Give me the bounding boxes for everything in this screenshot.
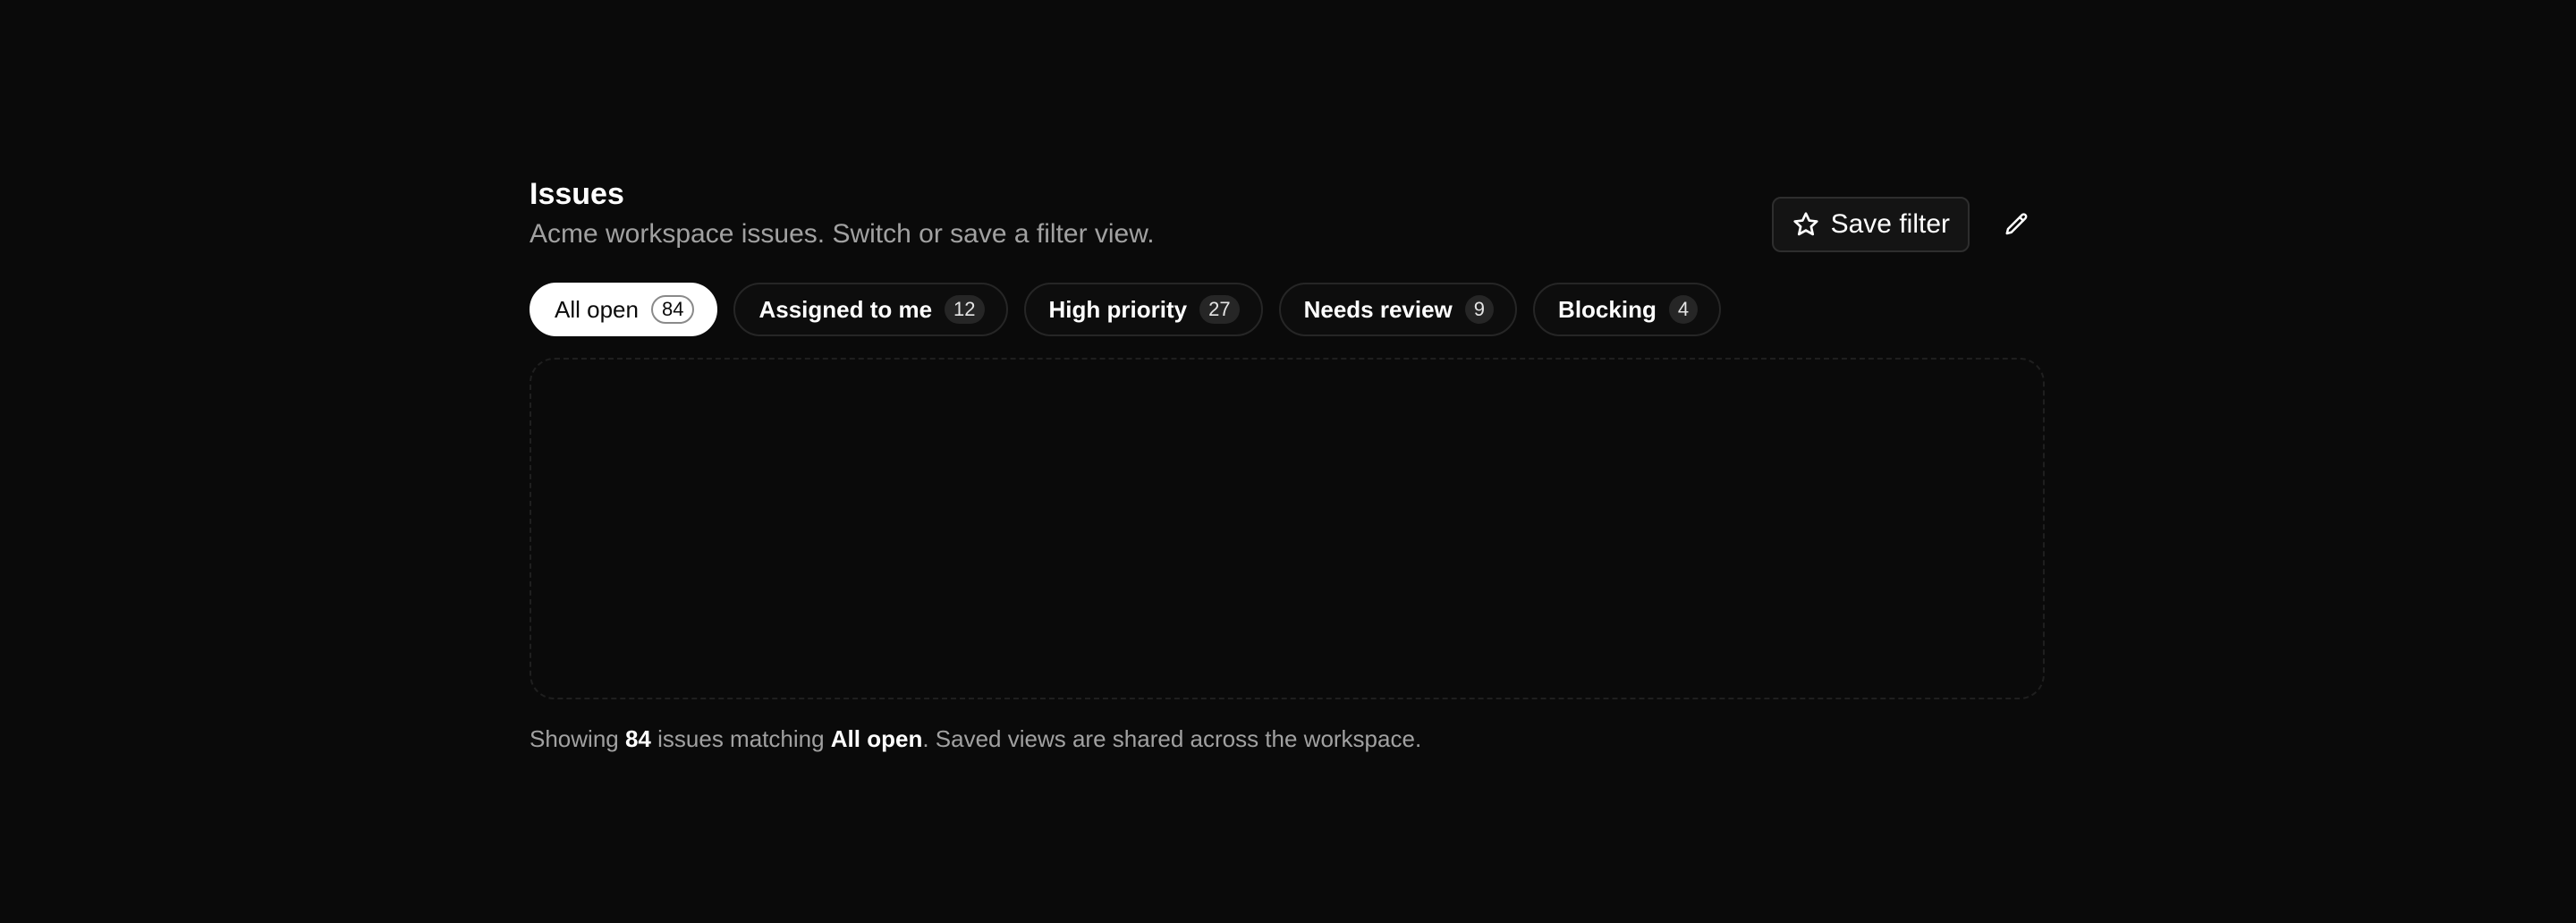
tab-needs-review[interactable]: Needs review 9 [1278,283,1518,336]
tab-count-badge: 12 [945,295,985,324]
page-title: Issues [530,177,624,211]
page-subtitle: Acme workspace issues. Switch or save a … [530,219,1155,249]
tab-count-badge: 9 [1464,295,1495,324]
page-header: Issues Acme workspace issues. Switch or … [530,175,2045,261]
tab-all-open[interactable]: All open 84 [530,283,718,336]
tab-label: Needs review [1303,295,1453,323]
results-summary: Showing 84 issues matching All open. Sav… [530,723,1421,755]
pencil-icon [2004,211,2030,238]
issues-page: Issues Acme workspace issues. Switch or … [530,175,2045,752]
tab-high-priority[interactable]: High priority 27 [1023,283,1263,336]
edit-view-button[interactable] [1989,197,2045,252]
tab-blocking[interactable]: Blocking 4 [1533,283,1722,336]
tab-count-badge: 4 [1668,295,1699,324]
save-filter-label: Save filter [1830,209,1950,239]
tab-label: All open [555,295,639,323]
save-filter-button[interactable]: Save filter [1771,197,1970,252]
tab-label: High priority [1048,295,1188,323]
tab-label: Blocking [1558,295,1657,323]
summary-prefix: Showing [530,725,619,752]
star-icon [1792,210,1820,239]
summary-count: 84 [624,725,651,752]
summary-suffix: . Saved views are shared across the work… [922,725,1422,752]
tab-assigned-to-me[interactable]: Assigned to me 12 [733,283,1008,336]
filter-tabs: All open 84 Assigned to me 12 High prior… [530,283,1737,336]
header-actions: Save filter [1771,197,2045,252]
summary-view-name: All open [830,725,923,752]
issues-list-panel [530,358,2045,699]
summary-middle: issues matching [657,725,825,752]
tab-count-badge: 27 [1199,295,1240,324]
tab-label: Assigned to me [758,295,933,323]
tab-count-badge: 84 [650,295,695,324]
